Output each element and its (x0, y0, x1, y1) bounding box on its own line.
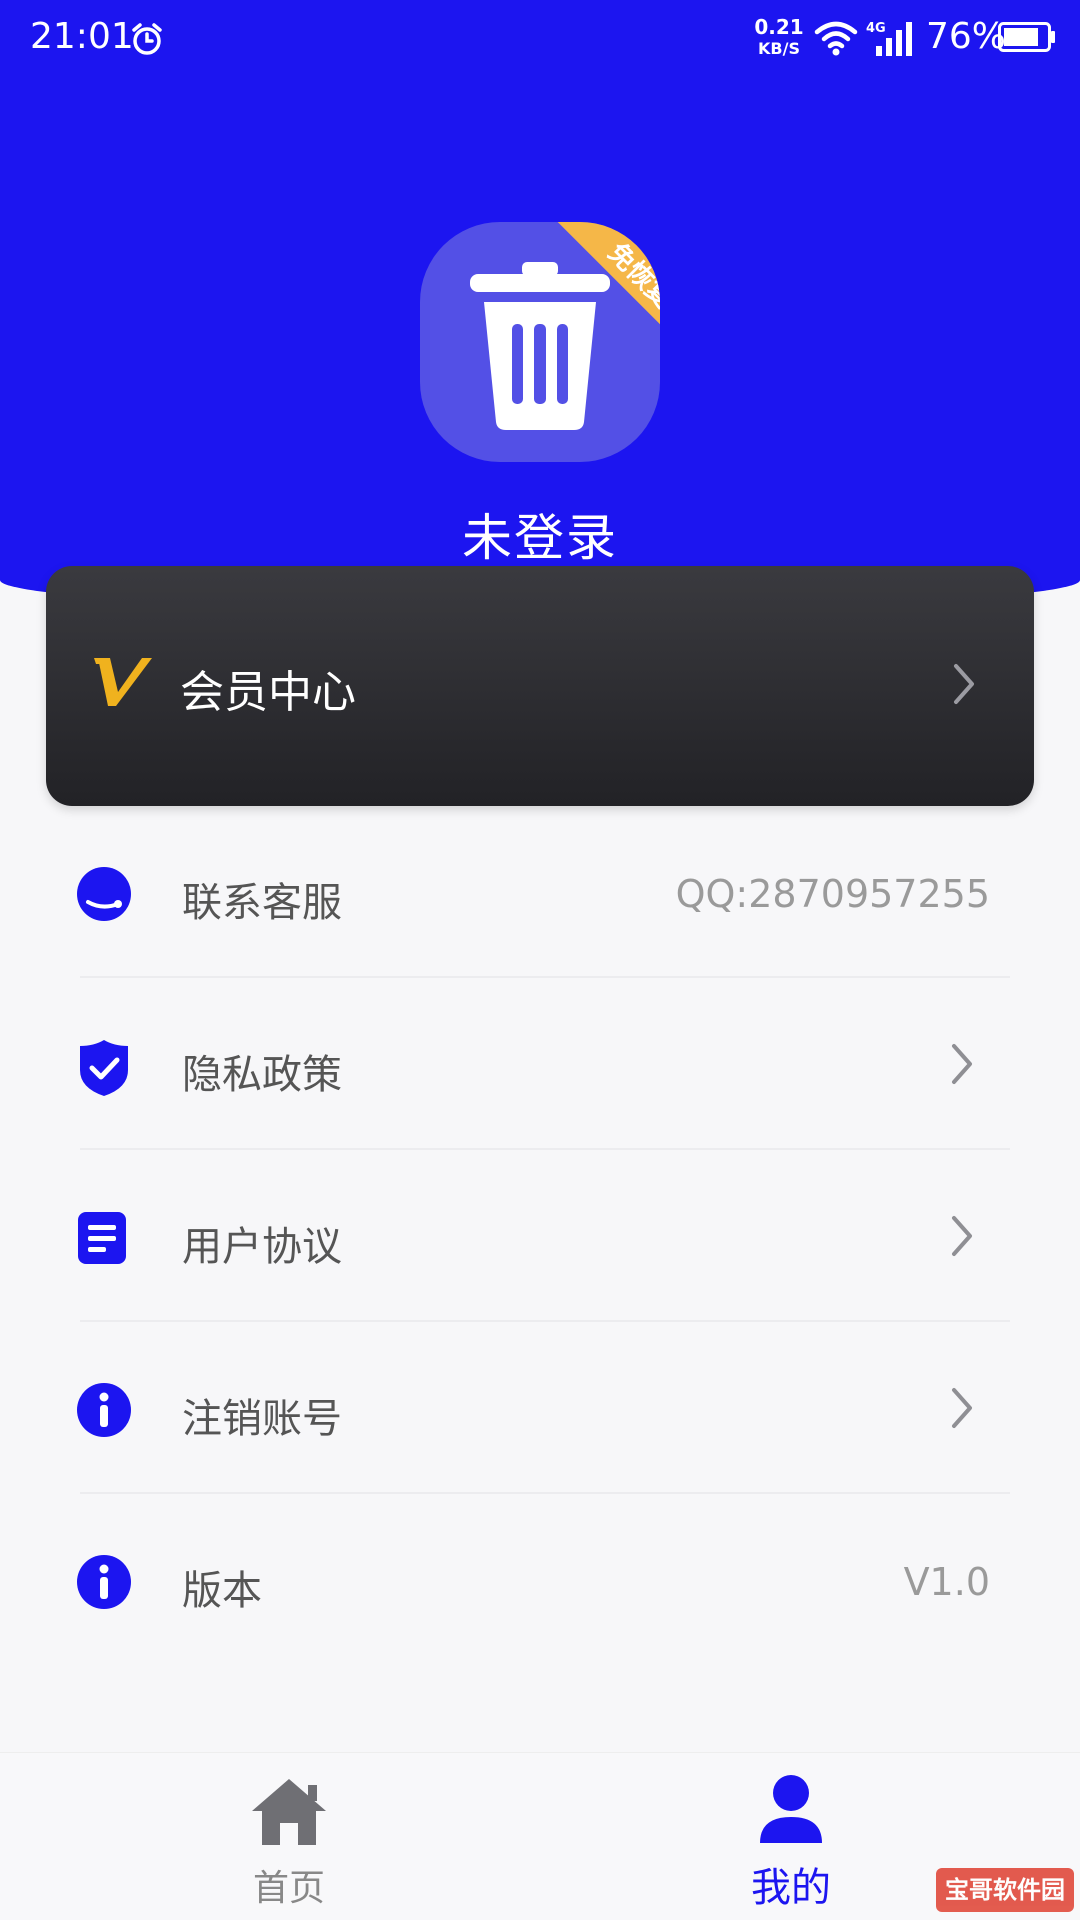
headset-icon (77, 867, 131, 921)
alarm-icon (132, 23, 162, 55)
network-speed-value: 0.21 (754, 15, 804, 39)
home-icon (252, 1779, 326, 1845)
menu-item-label: 用户协议 (182, 1224, 342, 1270)
menu-item-privacy-policy[interactable]: 隐私政策 (60, 980, 1020, 1152)
nav-label-mine: 我的 (751, 1865, 831, 1911)
login-status[interactable]: 未登录 (0, 498, 1080, 570)
menu-item-label: 版本 (182, 1568, 262, 1614)
menu-item-customer-service[interactable]: 联系客服 QQ:2870957255 (60, 808, 1020, 980)
menu-item-label: 联系客服 (182, 880, 342, 926)
menu-item-version: 版本 V1.0 (60, 1496, 1020, 1668)
vip-badge-icon (94, 658, 152, 706)
menu-item-user-agreement[interactable]: 用户协议 (60, 1152, 1020, 1324)
bottom-nav: 首页 我的 (0, 1752, 1080, 1920)
cellular-signal-icon: 4G (866, 21, 912, 56)
menu-item-label: 隐私政策 (182, 1052, 342, 1098)
divider (80, 1148, 1010, 1150)
profile-header: 21:01 0.21 KB/S 4G 76% 免恢复 未登录 (0, 0, 1080, 610)
network-speed-unit: KB/S (758, 39, 800, 58)
wifi-icon (814, 21, 858, 56)
version-value: V1.0 (903, 1560, 990, 1604)
battery-percent: 76% (926, 16, 1007, 57)
document-icon (78, 1212, 126, 1264)
network-speed: 0.21 KB/S (752, 16, 806, 60)
battery-icon (998, 22, 1055, 52)
nav-label-home: 首页 (252, 1868, 325, 1909)
vip-center-card[interactable]: 会员中心 (46, 566, 1034, 806)
menu-item-delete-account[interactable]: 注销账号 (60, 1324, 1020, 1496)
chevron-right-icon (952, 1216, 972, 1256)
customer-service-qq: QQ:2870957255 (675, 872, 990, 916)
network-type: 4G (866, 21, 886, 36)
divider (80, 1320, 1010, 1322)
shield-check-icon (80, 1040, 128, 1096)
divider (80, 976, 1010, 978)
nav-tab-mine[interactable]: 我的 (716, 1773, 866, 1911)
info-icon (77, 1383, 131, 1437)
divider (80, 1492, 1010, 1494)
trash-icon (470, 262, 610, 430)
chevron-right-icon (954, 664, 974, 704)
menu-item-label: 注销账号 (182, 1396, 342, 1442)
nav-tab-home[interactable]: 首页 (214, 1777, 364, 1909)
watermark-logo: 宝哥软件园 (936, 1868, 1074, 1912)
chevron-right-icon (952, 1388, 972, 1428)
status-bar: 21:01 0.21 KB/S 4G 76% (0, 0, 1080, 80)
chevron-right-icon (952, 1044, 972, 1084)
info-icon (77, 1555, 131, 1609)
status-time: 21:01 (30, 16, 134, 57)
vip-center-label: 会员中心 (180, 667, 356, 718)
app-logo: 免恢复 (420, 222, 660, 462)
person-icon (760, 1775, 822, 1843)
